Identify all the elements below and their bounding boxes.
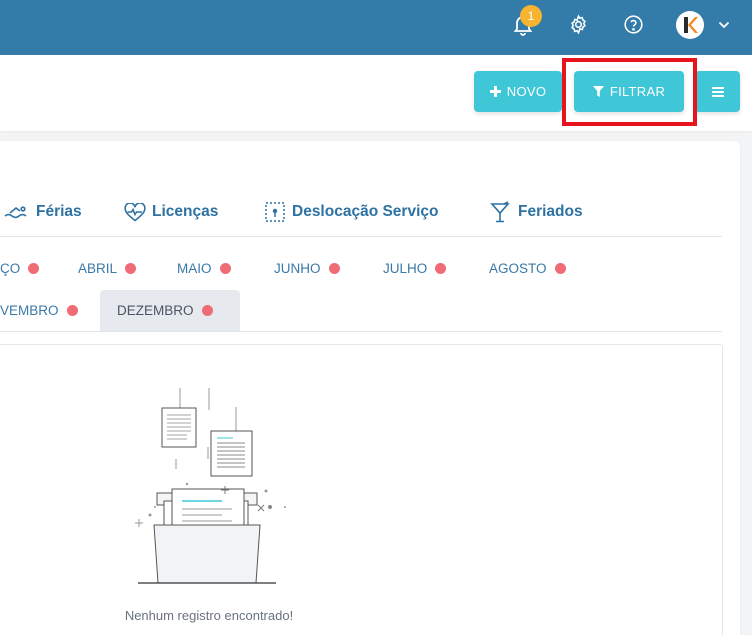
gear-icon[interactable] (565, 11, 591, 37)
month-tab-dezembro[interactable]: DEZEMBRO (117, 303, 213, 318)
tab-label: Feriados (518, 203, 583, 220)
month-label: AGOSTO (489, 261, 547, 276)
avatar[interactable] (676, 11, 704, 39)
menu-icon (711, 86, 724, 97)
month-label: MAIO (177, 261, 212, 276)
status-dot (328, 263, 340, 274)
status-dot (554, 263, 566, 274)
month-label: JULHO (383, 261, 428, 276)
swimmer-icon (4, 206, 27, 219)
status-dot (219, 263, 231, 274)
tab-feriados[interactable]: Feriados (490, 198, 583, 226)
month-tab-novembro[interactable]: VEMBRO (0, 303, 78, 318)
tab-deslocacao-servico[interactable]: Deslocação Serviço (264, 198, 438, 226)
month-label: DEZEMBRO (117, 303, 194, 318)
status-dot (66, 305, 78, 316)
menu-button[interactable] (695, 71, 740, 112)
records-panel (0, 344, 723, 635)
tab-label: Férias (36, 203, 82, 220)
chevron-down-icon[interactable] (714, 14, 734, 36)
month-tab-julho[interactable]: JULHO (383, 261, 447, 276)
month-tab-marco[interactable]: ÇO (0, 261, 40, 276)
month-tab-agosto[interactable]: AGOSTO (489, 261, 566, 276)
empty-state-message: Nenhum registro encontrado! (124, 608, 294, 623)
heartbeat-icon (124, 202, 146, 222)
new-button-label: NOVO (506, 84, 547, 99)
status-dot (28, 263, 40, 274)
month-label: JUNHO (274, 261, 321, 276)
tab-ferias[interactable]: Férias (4, 198, 82, 226)
status-dot (435, 263, 447, 274)
months-divider (0, 331, 722, 332)
tab-label: Licenças (152, 203, 219, 220)
new-button[interactable]: NOVO (474, 71, 562, 112)
month-label: ABRIL (78, 261, 118, 276)
empty-folder-illustration (135, 388, 286, 584)
month-tab-abril[interactable]: ABRIL (78, 261, 137, 276)
filter-button[interactable]: FILTRAR (574, 71, 684, 112)
status-dot (125, 263, 137, 274)
plus-icon (489, 86, 501, 97)
tab-licencas[interactable]: Licenças (124, 198, 218, 226)
filter-icon (592, 86, 604, 97)
notification-badge: 1 (520, 5, 542, 27)
cocktail-icon (490, 201, 510, 223)
month-label: ÇO (0, 261, 21, 276)
help-icon[interactable] (620, 11, 646, 37)
month-tab-maio[interactable]: MAIO (177, 261, 231, 276)
status-dot (201, 305, 213, 316)
filter-button-label: FILTRAR (609, 84, 666, 99)
route-icon (265, 202, 285, 222)
month-tab-junho[interactable]: JUNHO (274, 261, 340, 276)
tab-label: Deslocação Serviço (292, 203, 439, 220)
month-label: VEMBRO (0, 303, 59, 318)
